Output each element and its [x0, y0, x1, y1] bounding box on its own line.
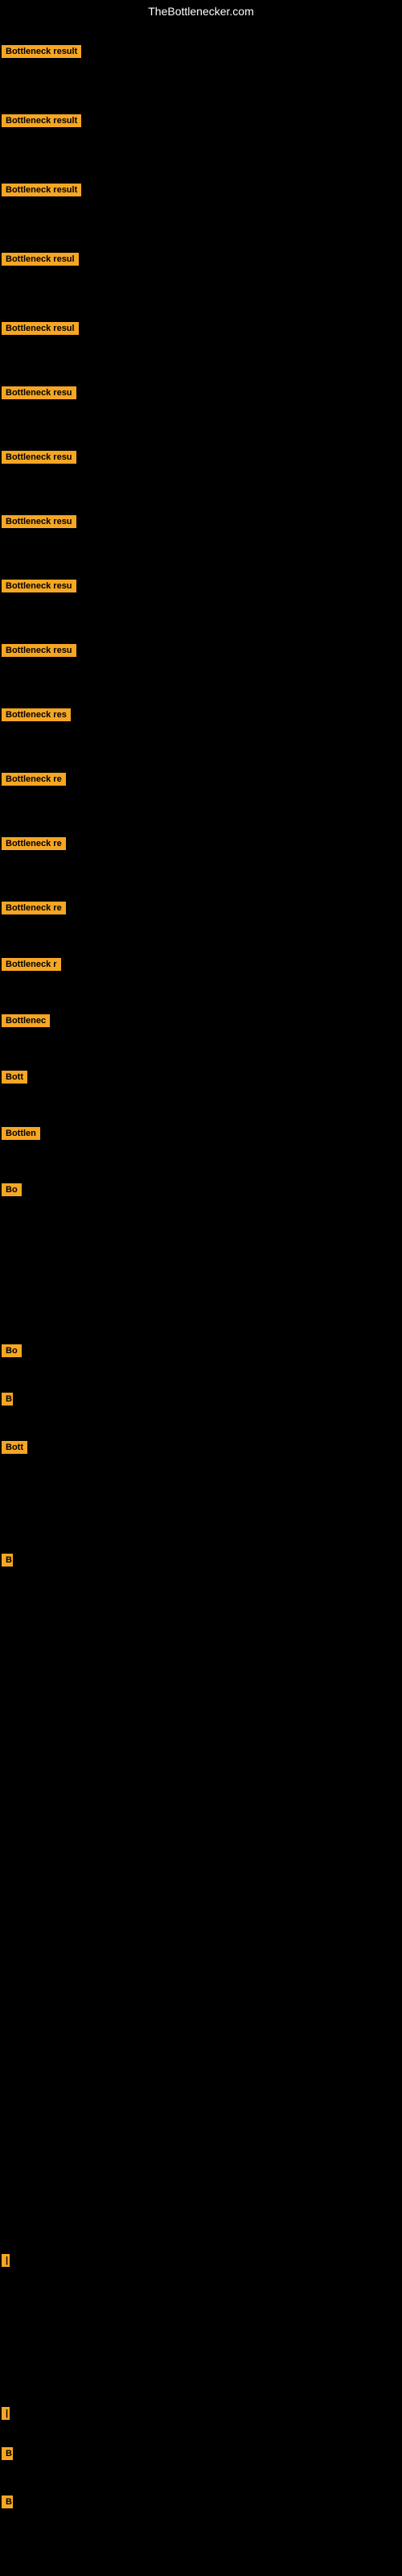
bottleneck-item: B [2, 2496, 13, 2512]
bottleneck-item: Bottleneck re [2, 902, 66, 919]
bottleneck-item: Bottleneck resu [2, 515, 76, 532]
bottleneck-badge: Bottleneck resul [2, 253, 79, 266]
bottleneck-badge: B [2, 2447, 13, 2460]
bottleneck-item: | [2, 2407, 10, 2424]
bottleneck-badge: B [2, 1393, 13, 1406]
bottleneck-badge: Bottleneck resul [2, 322, 79, 335]
bottleneck-badge: Bottleneck resu [2, 515, 76, 528]
bottleneck-item: Bott [2, 1441, 27, 1458]
bottleneck-item: B [2, 1554, 13, 1571]
bottleneck-badge: Bottleneck result [2, 184, 81, 196]
bottleneck-item: Bottleneck resu [2, 386, 76, 403]
bottleneck-item: Bottleneck result [2, 184, 81, 200]
bottleneck-badge: Bo [2, 1344, 22, 1357]
bottleneck-item: Bottleneck resu [2, 451, 76, 468]
bottleneck-item: Bottlen [2, 1127, 40, 1144]
bottleneck-badge: Bottleneck resu [2, 580, 76, 592]
bottleneck-badge: Bottleneck result [2, 45, 81, 58]
bottleneck-badge: Bott [2, 1071, 27, 1084]
bottleneck-item: Bottleneck res [2, 708, 71, 725]
bottleneck-badge: | [2, 2407, 10, 2420]
bottleneck-badge: Bottleneck res [2, 708, 71, 721]
bottleneck-badge: Bott [2, 1441, 27, 1454]
bottleneck-badge: Bottleneck r [2, 958, 61, 971]
bottleneck-badge: Bottlen [2, 1127, 40, 1140]
bottleneck-item: | [2, 2254, 10, 2271]
bottleneck-item: Bott [2, 1071, 27, 1088]
bottleneck-badge: Bottleneck re [2, 773, 66, 786]
bottleneck-badge: Bottleneck result [2, 114, 81, 127]
bottleneck-badge: | [2, 2254, 10, 2267]
bottleneck-item: Bottleneck result [2, 114, 81, 131]
bottleneck-badge: Bottleneck resu [2, 644, 76, 657]
bottleneck-badge: Bottleneck resu [2, 386, 76, 399]
bottleneck-badge: B [2, 1554, 13, 1567]
bottleneck-item: Bottleneck resul [2, 253, 79, 270]
bottleneck-badge: Bottleneck resu [2, 451, 76, 464]
bottleneck-item: Bottleneck resu [2, 644, 76, 661]
bottleneck-item: Bottlenec [2, 1014, 50, 1031]
bottleneck-item: Bo [2, 1183, 22, 1200]
bottleneck-item: Bottleneck r [2, 958, 61, 975]
bottleneck-item: Bottleneck re [2, 773, 66, 790]
bottleneck-item: B [2, 2447, 13, 2464]
bottleneck-item: Bo [2, 1344, 22, 1361]
bottleneck-item: Bottleneck re [2, 837, 66, 854]
bottleneck-badge: Bottlenec [2, 1014, 50, 1027]
bottleneck-badge: B [2, 2496, 13, 2508]
bottleneck-badge: Bottleneck re [2, 837, 66, 850]
bottleneck-badge: Bo [2, 1183, 22, 1196]
site-title: TheBottlenecker.com [0, 0, 402, 21]
bottleneck-item: Bottleneck resul [2, 322, 79, 339]
bottleneck-item: Bottleneck resu [2, 580, 76, 597]
bottleneck-badge: Bottleneck re [2, 902, 66, 914]
bottleneck-item: B [2, 1393, 13, 1410]
bottleneck-item: Bottleneck result [2, 45, 81, 62]
page-container: TheBottlenecker.com Bottleneck result Bot… [0, 0, 402, 2576]
